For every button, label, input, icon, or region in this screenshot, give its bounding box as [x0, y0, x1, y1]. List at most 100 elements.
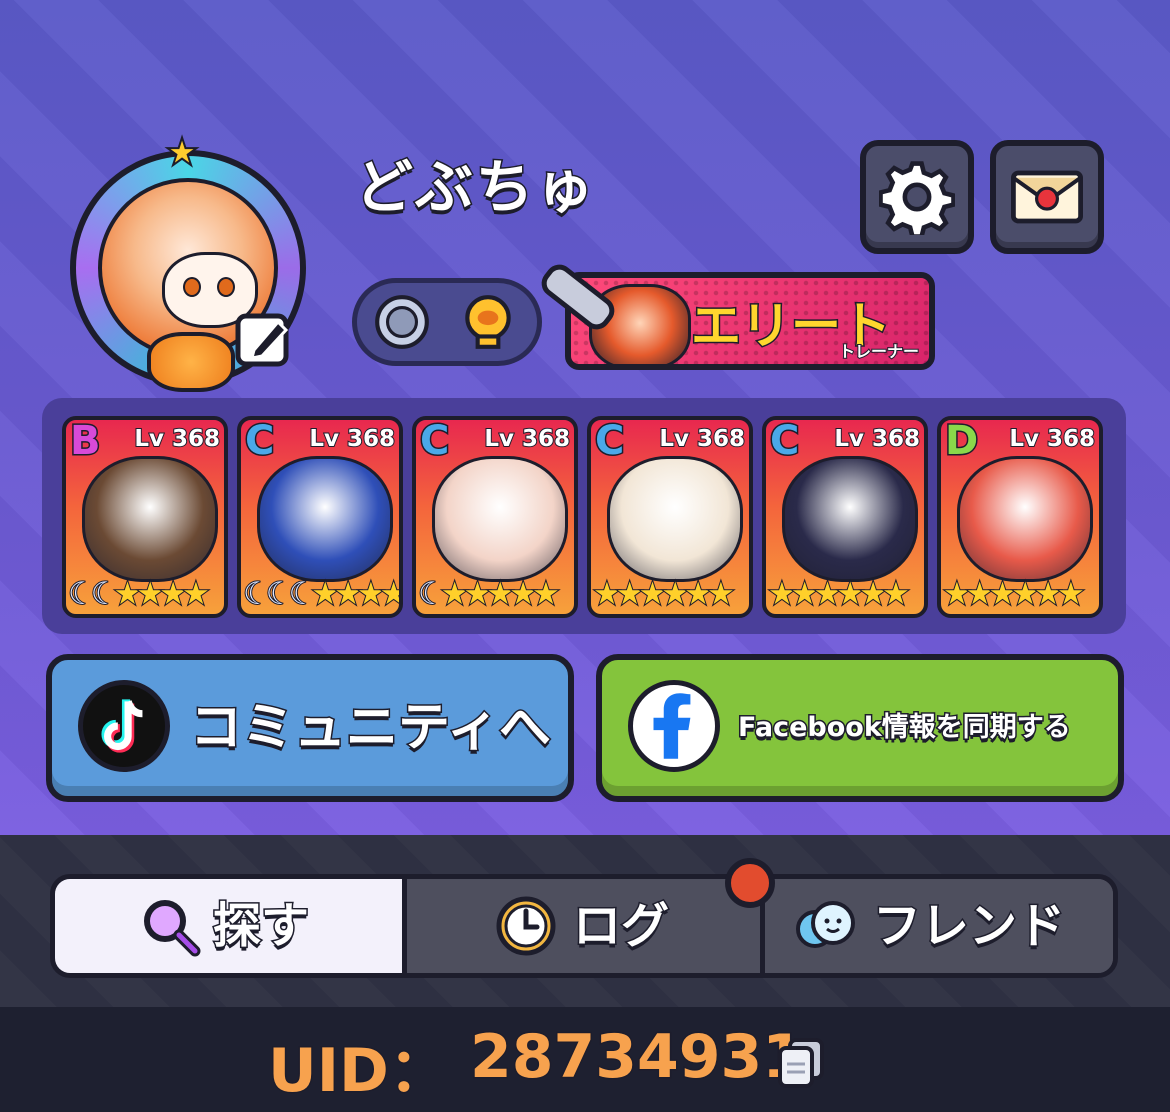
- tab-search-label: 探す: [211, 897, 310, 956]
- team-lineup: B Lv 368 ☾☾★★★★ C Lv 368 ☾☾☾★★★★ C Lv 368 ☾★★★★★…: [42, 398, 1126, 634]
- star-icon: ★: [615, 575, 645, 613]
- community-button-label: コミュニティへ: [189, 697, 553, 760]
- uid-value: 28734931: [469, 1021, 806, 1094]
- star-icon: ★: [835, 575, 865, 613]
- star-icon: ★: [158, 575, 188, 613]
- monster-card[interactable]: C Lv 368 ★★★★★★: [587, 416, 753, 618]
- moon-icon: ☾: [90, 575, 120, 613]
- tab-friend[interactable]: フレンド: [765, 879, 1113, 973]
- star-icon: ★: [135, 575, 165, 613]
- copy-icon[interactable]: [776, 1036, 828, 1090]
- star-icon: ★: [508, 575, 538, 613]
- monster-card[interactable]: C Lv 368 ☾☾☾★★★★: [237, 416, 403, 618]
- monster-star-rating: ☾☾★★★★: [67, 575, 222, 613]
- monster-star-rating: ☾★★★★★: [417, 575, 572, 613]
- star-icon: ★: [485, 575, 515, 613]
- star-icon: ★: [706, 575, 736, 613]
- star-icon: ★: [463, 575, 493, 613]
- moon-icon: ☾: [288, 575, 318, 613]
- moon-icon: ☾: [242, 575, 272, 613]
- avatar-eye: [183, 277, 201, 297]
- star-icon: ★: [531, 575, 561, 613]
- star-icon: ★: [683, 575, 713, 613]
- monster-rank: C: [593, 418, 625, 466]
- monster-level: Lv 368: [133, 425, 221, 453]
- moon-icon: ☾: [265, 575, 295, 613]
- facebook-button-label: Facebook情報を同期する: [737, 711, 1073, 745]
- monster-art: [82, 456, 218, 582]
- tab-friend-label: フレンド: [871, 897, 1066, 956]
- monster-rank: C: [243, 418, 275, 466]
- monster-level: Lv 368: [483, 425, 571, 453]
- monster-card[interactable]: D Lv 368 ★★★★★★: [937, 416, 1103, 618]
- monster-star-rating: ★★★★★★: [767, 575, 922, 613]
- monster-card[interactable]: C Lv 368 ★★★★★★: [762, 416, 928, 618]
- star-icon: ★: [965, 575, 995, 613]
- monster-rank: D: [943, 418, 979, 466]
- mail-button[interactable]: [990, 140, 1104, 254]
- monster-level: Lv 368: [1008, 425, 1096, 453]
- monster-art: [257, 456, 393, 582]
- tiktok-icon: [78, 680, 170, 772]
- star-icon: ★: [942, 575, 972, 613]
- star-icon: ★: [790, 575, 820, 613]
- monster-star-rating: ★★★★★★: [942, 575, 1097, 613]
- star-icon: ★: [638, 575, 668, 613]
- tab-search[interactable]: 探す: [55, 879, 407, 973]
- star-icon: ★: [310, 575, 340, 613]
- star-icon: ★: [356, 575, 386, 613]
- settings-button[interactable]: [860, 140, 974, 254]
- star-icon: ★: [333, 575, 363, 613]
- uid-label: UID：: [267, 1035, 451, 1108]
- star-icon: ★: [164, 130, 200, 174]
- monster-art: [957, 456, 1093, 582]
- badge-tray[interactable]: [352, 278, 542, 366]
- community-button[interactable]: コミュニティへ: [46, 654, 574, 802]
- monster-star-rating: ★★★★★★: [592, 575, 747, 613]
- mail-icon: [1011, 170, 1083, 224]
- gold-trophy-icon: [465, 295, 511, 349]
- monster-card[interactable]: C Lv 368 ☾★★★★★: [412, 416, 578, 618]
- star-icon: ★: [881, 575, 911, 613]
- tab-bar: 探す ログ フレンド: [50, 874, 1118, 978]
- star-icon: ★: [660, 575, 690, 613]
- search-icon: [144, 900, 201, 957]
- star-icon: ★: [767, 575, 797, 613]
- clock-icon: [496, 896, 556, 956]
- moon-icon: ☾: [417, 575, 447, 613]
- star-icon: ★: [379, 575, 403, 613]
- star-icon: ★: [1010, 575, 1040, 613]
- avatar-frame-bow: [147, 332, 235, 392]
- monster-rank: C: [418, 418, 450, 466]
- gear-icon: [879, 161, 955, 235]
- star-icon: ★: [440, 575, 470, 613]
- moon-icon: ☾: [67, 575, 97, 613]
- trainer-title-banner[interactable]: エリート トレーナー: [565, 272, 935, 370]
- facebook-sync-button[interactable]: Facebook情報を同期する: [596, 654, 1124, 802]
- monster-level: Lv 368: [658, 425, 746, 453]
- player-name: どぶちゅ: [354, 152, 596, 223]
- star-icon: ★: [592, 575, 622, 613]
- monster-rank: B: [69, 418, 102, 466]
- notification-badge: [725, 858, 775, 908]
- avatar-eye: [217, 277, 235, 297]
- monster-rank: C: [768, 418, 800, 466]
- star-icon: ★: [113, 575, 143, 613]
- edit-icon[interactable]: [232, 306, 298, 372]
- tab-log[interactable]: ログ: [407, 879, 765, 973]
- title-sub: トレーナー: [838, 341, 920, 362]
- monster-card[interactable]: B Lv 368 ☾☾★★★★: [62, 416, 228, 618]
- tab-log-label: ログ: [571, 897, 670, 956]
- monster-art: [432, 456, 568, 582]
- friends-icon: [796, 901, 855, 948]
- star-icon: ★: [813, 575, 843, 613]
- star-icon: ★: [988, 575, 1018, 613]
- monster-level: Lv 368: [308, 425, 396, 453]
- facebook-icon: [628, 680, 720, 772]
- star-icon: ★: [181, 575, 211, 613]
- silver-medal-icon: [375, 295, 429, 349]
- star-icon: ★: [1056, 575, 1086, 613]
- monster-level: Lv 368: [833, 425, 921, 453]
- star-icon: ★: [858, 575, 888, 613]
- monster-star-rating: ☾☾☾★★★★: [242, 575, 399, 613]
